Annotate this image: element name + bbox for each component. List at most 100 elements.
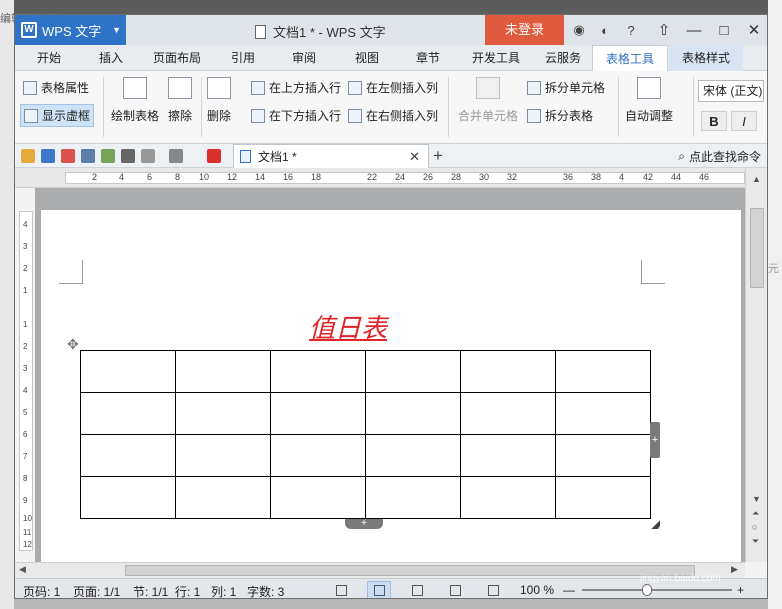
table-cell[interactable] xyxy=(175,434,271,477)
tab-references[interactable]: 引用 xyxy=(219,45,267,71)
tab-page-layout[interactable]: 页面布局 xyxy=(145,45,209,71)
redo-icon[interactable] xyxy=(141,149,155,163)
find-command-box[interactable]: ⌕ 点此查找命令 xyxy=(678,148,761,165)
tab-review[interactable]: 审阅 xyxy=(280,45,328,71)
table-cell[interactable] xyxy=(175,476,271,519)
fullscreen-view-button[interactable] xyxy=(329,581,353,598)
tab-table-tools[interactable]: 表格工具 xyxy=(592,45,668,72)
table-cell[interactable] xyxy=(175,392,271,435)
table-cell[interactable] xyxy=(460,350,556,393)
document-tab[interactable]: 文档1 * ✕ xyxy=(233,144,429,168)
duty-table[interactable] xyxy=(80,350,651,519)
print-preview-icon[interactable] xyxy=(101,149,115,163)
wps-home-icon[interactable] xyxy=(207,149,221,163)
zoom-level[interactable]: 100 % xyxy=(520,583,554,597)
document-canvas[interactable]: 值日表 ✥ + + xyxy=(35,188,745,562)
insert-col-left-button[interactable]: 在左侧插入列 xyxy=(348,79,438,96)
login-button[interactable]: 未登录 xyxy=(485,15,564,45)
table-cell[interactable] xyxy=(80,434,176,477)
feedback-icon[interactable]: ◐ xyxy=(596,21,614,39)
skin-icon[interactable]: ◉ xyxy=(570,21,588,39)
scroll-up-icon[interactable]: ▲ xyxy=(752,174,761,184)
web-view-button[interactable] xyxy=(443,581,467,598)
next-page-icon[interactable]: ⏷ xyxy=(752,536,759,547)
show-gridlines-button[interactable]: 显示虚框 xyxy=(20,104,95,127)
table-cell[interactable] xyxy=(555,476,651,519)
close-tab-icon[interactable]: ✕ xyxy=(409,149,420,165)
vertical-ruler[interactable]: 4 3 2 1 1 2 3 4 5 6 7 8 9 10 11 12 xyxy=(19,211,33,551)
document-heading[interactable]: 值日表 xyxy=(309,308,387,345)
split-table-button[interactable]: 拆分表格 xyxy=(527,107,593,124)
help-icon[interactable]: ? xyxy=(622,21,640,39)
add-row-button[interactable]: + xyxy=(345,519,383,529)
table-cell[interactable] xyxy=(175,350,271,393)
autofit-button[interactable]: 自动调整 xyxy=(625,77,673,124)
zoom-out-button[interactable]: — xyxy=(563,583,575,597)
zoom-slider[interactable] xyxy=(582,589,732,591)
table-cell[interactable] xyxy=(270,434,366,477)
minimize-button[interactable]: — xyxy=(679,15,709,45)
scroll-left-icon[interactable]: ◀ xyxy=(19,564,26,575)
undo-icon[interactable] xyxy=(121,149,135,163)
table-properties-button[interactable]: 表格属性 xyxy=(23,79,89,96)
horizontal-scrollbar[interactable]: ◀ ▶ xyxy=(15,562,745,578)
insert-row-above-button[interactable]: 在上方插入行 xyxy=(251,79,341,96)
tab-insert[interactable]: 插入 xyxy=(87,45,135,71)
table-cell[interactable] xyxy=(365,476,461,519)
tab-view[interactable]: 视图 xyxy=(343,45,391,71)
pin-icon[interactable]: ⇧ xyxy=(649,15,679,45)
horizontal-ruler[interactable]: 2 4 6 8 10 12 14 16 18 22 24 26 28 30 32… xyxy=(15,168,767,188)
zoom-slider-thumb[interactable] xyxy=(642,584,652,596)
scroll-right-icon[interactable]: ▶ xyxy=(731,564,738,575)
page-view-button[interactable] xyxy=(367,581,391,598)
app-menu-button[interactable]: W WPS 文字 ▼ xyxy=(15,15,126,45)
draw-table-button[interactable]: 绘制表格 xyxy=(111,77,159,124)
insert-col-right-button[interactable]: 在右侧插入列 xyxy=(348,107,438,124)
tab-table-style[interactable]: 表格样式 xyxy=(669,45,743,71)
table-cell[interactable] xyxy=(270,476,366,519)
delete-button[interactable]: 删除 xyxy=(207,77,231,124)
table-cell[interactable] xyxy=(460,476,556,519)
status-word-count[interactable]: 字数: 3 xyxy=(247,583,284,598)
tab-developer[interactable]: 开发工具 xyxy=(465,45,527,71)
table-cell[interactable] xyxy=(80,392,176,435)
table-cell[interactable] xyxy=(365,350,461,393)
scroll-down-icon[interactable]: ▼ xyxy=(752,494,761,504)
insert-row-below-button[interactable]: 在下方插入行 xyxy=(251,107,341,124)
table-cell[interactable] xyxy=(460,434,556,477)
table-cell[interactable] xyxy=(80,350,176,393)
vertical-scrollbar[interactable]: ▲ ▼ ⏶ ○ ⏷ xyxy=(745,168,767,562)
outline-view-button[interactable] xyxy=(405,581,429,598)
vertical-scroll-thumb[interactable] xyxy=(750,208,764,288)
maximize-button[interactable]: □ xyxy=(709,15,739,45)
add-column-button[interactable]: + xyxy=(650,422,660,458)
italic-button[interactable]: I xyxy=(731,111,757,131)
close-button[interactable]: ✕ xyxy=(739,15,767,45)
browse-object-icon[interactable]: ○ xyxy=(752,522,757,532)
zoom-in-button[interactable]: + xyxy=(737,583,744,597)
tab-chapter[interactable]: 章节 xyxy=(404,45,452,71)
table-cell[interactable] xyxy=(555,434,651,477)
previous-page-icon[interactable]: ⏶ xyxy=(752,508,759,519)
table-cell[interactable] xyxy=(365,434,461,477)
merge-cells-button[interactable]: 合并单元格 xyxy=(458,77,518,124)
tab-cloud[interactable]: 云服务 xyxy=(535,45,591,71)
table-move-handle-icon[interactable]: ✥ xyxy=(67,336,79,353)
table-cell[interactable] xyxy=(270,392,366,435)
erase-button[interactable]: 擦除 xyxy=(168,77,192,124)
tab-home[interactable]: 开始 xyxy=(23,45,75,71)
print-icon[interactable] xyxy=(81,149,95,163)
table-cell[interactable] xyxy=(460,392,556,435)
customize-chevron-icon[interactable] xyxy=(169,149,183,163)
table-cell[interactable] xyxy=(270,350,366,393)
font-name-select[interactable]: 宋体 (正文) xyxy=(698,80,764,102)
save-icon[interactable] xyxy=(41,149,55,163)
table-cell[interactable] xyxy=(555,350,651,393)
split-cells-button[interactable]: 拆分单元格 xyxy=(527,79,605,96)
open-icon[interactable] xyxy=(21,149,35,163)
table-cell[interactable] xyxy=(365,392,461,435)
bold-button[interactable]: B xyxy=(701,111,727,131)
new-tab-icon[interactable]: + xyxy=(433,146,443,166)
eye-protection-button[interactable] xyxy=(481,581,505,598)
export-pdf-icon[interactable] xyxy=(61,149,75,163)
